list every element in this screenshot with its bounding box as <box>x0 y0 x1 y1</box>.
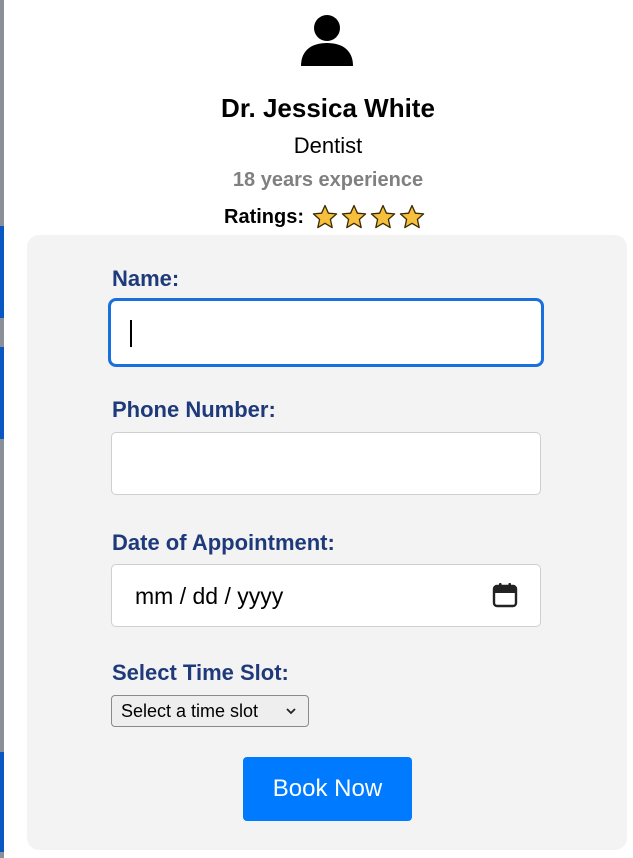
left-edge-accent-1 <box>0 226 4 318</box>
time-slot-label: Select Time Slot: <box>112 660 289 685</box>
book-now-button[interactable]: Book Now <box>243 757 412 821</box>
doctor-experience: 18 years experience <box>232 169 424 191</box>
phone-label: Phone Number: <box>112 397 276 422</box>
star-icon <box>370 204 396 229</box>
chevron-down-icon <box>286 708 296 715</box>
phone-input[interactable] <box>111 432 541 495</box>
ratings-row: Ratings: <box>224 203 428 231</box>
star-icon <box>399 204 425 229</box>
rating-stars <box>312 204 428 230</box>
calendar-icon[interactable] <box>492 582 518 608</box>
time-slot-selected: Select a time slot <box>121 700 259 721</box>
star-icon <box>312 204 338 229</box>
user-icon <box>301 15 353 66</box>
name-label: Name: <box>112 266 180 291</box>
ratings-label: Ratings: <box>224 205 304 228</box>
star-icon <box>341 204 367 229</box>
doctor-specialty: Dentist <box>293 133 363 158</box>
text-caret <box>130 320 132 347</box>
date-label: Date of Appointment: <box>112 530 335 555</box>
date-placeholder: mm / dd / yyyy <box>135 583 284 609</box>
left-edge-accent-2 <box>0 347 4 439</box>
left-edge-accent-3 <box>0 752 4 852</box>
time-slot-select[interactable]: Select a time slot <box>111 695 309 727</box>
doctor-name: Dr. Jessica White <box>221 93 435 123</box>
name-input[interactable] <box>109 299 543 366</box>
